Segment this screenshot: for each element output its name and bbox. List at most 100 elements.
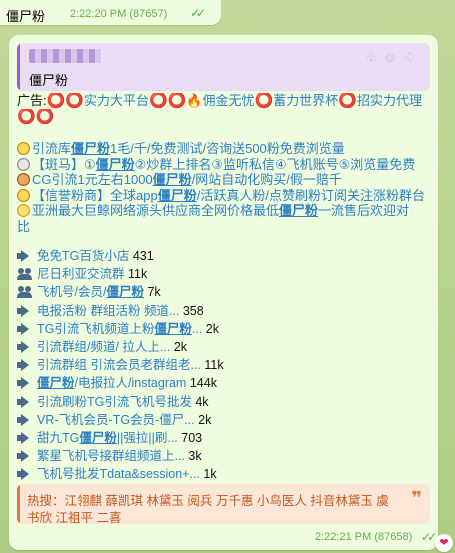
heart-reaction-icon[interactable]: ❤ [435, 534, 453, 552]
group-icon [17, 286, 34, 299]
read-checkmark-icon: ✓✓ [421, 530, 437, 544]
megaphone-icon [17, 340, 34, 353]
channel-name-suffix[interactable]: ||强拉||刷... [117, 431, 178, 445]
reply-preview[interactable]: 僵尸粉 ♧☺♤ [17, 43, 430, 91]
channel-list-item[interactable]: 甜九TG僵尸粉||强拉||刷... 703 [17, 429, 432, 447]
member-count: 1k [203, 467, 217, 482]
promo-link[interactable]: /活跃真人粉/点赞刷粉订阅关注涨粉群台 [197, 188, 425, 203]
red-ring-icon: ⭕ [254, 93, 274, 109]
message-text: 僵尸粉 [6, 9, 46, 24]
channel-list-item[interactable]: TG引流飞机频道上粉僵尸粉... 2k [17, 320, 432, 338]
channel-list-item[interactable]: VR-飞机会员-TG会员-僵尸... 2k [17, 411, 432, 429]
promo-keyword-link[interactable]: 僵尸粉 [71, 141, 110, 156]
promo-link[interactable]: 【斑马】① [32, 157, 96, 172]
message-body: 广告:⭕⭕实力大平台⭕⭕🔥佣金无忧⭕蓄力世界杯⭕招实力代理 ⭕⭕ 引流库僵尸粉1… [17, 93, 432, 234]
message-bubble-previous[interactable]: 僵尸粉 2:22:20 PM (87657) ✓✓ [0, 0, 221, 25]
channel-name[interactable]: 引流群组/频道/ 拉人上... [37, 340, 170, 354]
message-timestamp: 2:22:21 PM (87658) [315, 531, 413, 543]
member-count: 2k [173, 339, 188, 354]
medal-icon [17, 204, 30, 217]
megaphone-icon [17, 377, 34, 390]
promo-link[interactable]: 1毛/千/免费测试/咨询送500粉免费浏览量 [110, 141, 345, 156]
channel-name-suffix[interactable]: ... [192, 322, 202, 336]
megaphone-icon [17, 431, 34, 444]
promo-link[interactable]: 一流售后欢迎对 [318, 203, 409, 218]
promo-link[interactable]: CG引流1元左右1000 [32, 172, 153, 187]
promo-line: 【信誉粉商】全球app僵尸粉/活跃真人粉/点赞刷粉订阅关注涨粉群台 [17, 188, 432, 204]
promo-tail[interactable]: 比 [17, 219, 432, 235]
promo-keyword-link[interactable]: 僵尸粉 [153, 172, 192, 187]
promo-keyword-link[interactable]: 僵尸粉 [158, 188, 197, 203]
channel-name[interactable]: TG引流飞机频道上粉 [37, 322, 154, 336]
member-count: 703 [181, 430, 203, 445]
channel-name[interactable]: 免免TG百货小店 [37, 249, 129, 263]
ad-line: 广告:⭕⭕实力大平台⭕⭕🔥佣金无忧⭕蓄力世界杯⭕招实力代理 [17, 93, 432, 109]
promo-link[interactable]: ②炒群上排名③监听私信④飞机账号⑤浏览量免费 [135, 157, 416, 172]
ad-prefix: 广告: [17, 93, 47, 108]
ad-link[interactable]: 招实力代理 [357, 93, 422, 108]
quote-text-line2: 书欣 江祖平 二喜 [27, 511, 122, 524]
channel-keyword-link[interactable]: 僵尸粉 [79, 431, 117, 445]
channel-list-item[interactable]: 繁星飞机号接群组频道上... 3k [17, 447, 432, 465]
fire-icon: 🔥 [186, 93, 203, 108]
megaphone-icon [17, 304, 34, 317]
member-count: 11k [204, 358, 224, 373]
promo-link[interactable]: 【信誉粉商】全球app [32, 188, 158, 203]
channel-name[interactable]: 飞机号/会员/ [37, 285, 106, 299]
megaphone-icon [17, 413, 34, 426]
promo-link[interactable]: 亚洲最大巨鲸网络源头供应商全网价格最低 [32, 203, 279, 218]
promo-keyword-link[interactable]: 僵尸粉 [96, 157, 135, 172]
channel-keyword-link[interactable]: 僵尸粉 [106, 285, 144, 299]
channel-name[interactable]: 繁星飞机号接群组频道上... [37, 449, 185, 463]
channel-name[interactable]: 甜九TG [37, 431, 79, 445]
quote-block[interactable]: 热搜：江翎麒 薛凯琪 林黛玉 阅兵 万千惠 小鸟医人 抖音林黛玉 虞 书欣 江祖… [17, 484, 430, 524]
channel-name-suffix[interactable]: /电报拉人/instagram [75, 376, 187, 390]
member-count: 431 [132, 249, 154, 263]
reply-accent-bar [17, 43, 20, 91]
red-ring-icon: ⭕⭕ [149, 93, 187, 109]
channel-list-item[interactable]: 飞机号/会员/僵尸粉 7k [17, 283, 432, 301]
message-bubble[interactable]: 僵尸粉 ♧☺♤ 广告:⭕⭕实力大平台⭕⭕🔥佣金无忧⭕蓄力世界杯⭕招实力代理 ⭕⭕… [9, 35, 438, 550]
channel-keyword-link[interactable]: 僵尸粉 [154, 322, 192, 336]
channel-name[interactable]: 电报活粉 群组活粉 频道... [37, 304, 179, 318]
red-ring-icon: ⭕ [338, 93, 357, 109]
blurred-sender-name [29, 49, 101, 63]
channel-list-item[interactable]: 引流群组/频道/ 拉人上... 2k [17, 338, 432, 356]
megaphone-icon [17, 468, 34, 481]
channel-list-item[interactable]: 电报活粉 群组活粉 频道... 358 [17, 302, 432, 320]
channel-name[interactable]: 尼日利亚交流群 [37, 267, 125, 281]
promo-link[interactable]: /网站自动化购买/假一赔千 [192, 172, 342, 187]
channel-name[interactable]: 引流刷粉TG引流飞机号批发 [37, 395, 192, 409]
promo-link[interactable]: 引流库 [32, 141, 71, 156]
channel-list-item[interactable]: 引流刷粉TG引流飞机号批发 4k [17, 393, 432, 411]
member-count: 2k [205, 321, 219, 336]
channel-list-item[interactable]: 引流群组 引流会员老群组老... 11k [17, 356, 432, 374]
channel-keyword-link[interactable]: 僵尸粉 [37, 376, 75, 390]
member-count: 144k [189, 376, 217, 391]
ad-link[interactable]: 蓄力世界杯 [273, 93, 338, 108]
channel-list: 免免TG百货小店 431 尼日利亚交流群 11k 飞机号/会员/僵尸粉 7k 电报活粉… [17, 247, 432, 483]
channel-list-item[interactable]: 僵尸粉/电报拉人/instagram 144k [17, 374, 432, 392]
member-count: 7k [147, 285, 161, 300]
channel-list-item[interactable]: 飞机号批发Tdata&session+... 1k [17, 465, 432, 483]
promo-line: CG引流1元左右1000僵尸粉/网站自动化购买/假一赔千 [17, 172, 432, 188]
ad-link[interactable]: 佣金无忧 [203, 93, 255, 108]
red-ring-icon: ⭕⭕ [46, 93, 84, 109]
medal-icon [17, 142, 30, 155]
megaphone-icon [17, 395, 34, 408]
promo-line: 【斑马】①僵尸粉②炒群上排名③监听私信④飞机账号⑤浏览量免费 [17, 157, 432, 173]
read-checkmark-icon: ✓✓ [190, 6, 206, 20]
member-count: 3k [188, 449, 202, 464]
promo-keyword-link[interactable]: 僵尸粉 [279, 203, 318, 218]
channel-name[interactable]: VR-飞机会员-TG会员-僵尸... [37, 413, 195, 427]
ad-link[interactable]: 实力大平台 [84, 93, 149, 108]
channel-list-item[interactable]: 尼日利亚交流群 11k [17, 265, 432, 283]
channel-name[interactable]: 引流群组 引流会员老群组老... [37, 358, 201, 372]
megaphone-icon [17, 322, 34, 335]
member-count: 4k [195, 394, 209, 409]
medal-icon [17, 173, 30, 186]
member-count: 11k [128, 267, 148, 282]
channel-list-item[interactable]: 免免TG百货小店 431 [17, 247, 432, 265]
megaphone-icon [17, 359, 34, 372]
channel-name[interactable]: 飞机号批发Tdata&session+... [37, 467, 200, 481]
